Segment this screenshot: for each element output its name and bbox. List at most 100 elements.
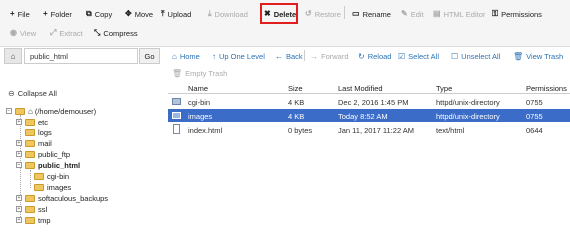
expand-toggle-icon[interactable]: + [16, 195, 22, 201]
column-header-name[interactable]: Name [188, 84, 208, 93]
restore-button[interactable]: ↺ Restore [305, 7, 341, 21]
key-icon: ⚿ [492, 9, 499, 18]
expand-toggle-icon[interactable]: + [16, 206, 22, 212]
tree-item-public-html[interactable]: − public_html [16, 160, 80, 170]
collapse-toggle-icon[interactable]: − [16, 162, 22, 168]
minus-circle-icon: ⊖ [8, 89, 15, 98]
column-header-size[interactable]: Size [288, 84, 303, 93]
folder-icon [25, 139, 35, 147]
file-permissions: 0644 [526, 125, 543, 135]
expand-toggle-icon[interactable]: + [16, 119, 22, 125]
file-size: 4 KB [288, 97, 305, 107]
empty-trash-button[interactable]: 🗑 Empty Trash [172, 67, 227, 79]
new-file-button[interactable]: + File [10, 7, 30, 21]
expand-icon: ⤢ [50, 28, 57, 37]
html-editor-button[interactable]: ▤ HTML Editor [433, 7, 485, 21]
file-type: httpd/unix-directory [436, 111, 500, 121]
html-file-icon [173, 124, 180, 134]
expand-toggle-icon[interactable]: + [16, 140, 22, 146]
tree-item-tmp[interactable]: + tmp [16, 215, 51, 225]
home-icon: ⌂ [10, 51, 16, 61]
compress-button[interactable]: ⤡ Compress [94, 26, 138, 40]
file-type: text/html [436, 125, 465, 135]
copy-button[interactable]: ⧉ Copy [86, 7, 112, 21]
table-row[interactable]: cgi-bin 4 KB Dec 2, 2016 1:45 PM httpd/u… [168, 95, 570, 108]
tree-item-softaculous-backups[interactable]: + softaculous_backups [16, 193, 108, 203]
tree-item-ssl[interactable]: + ssl [16, 204, 47, 214]
folder-icon [25, 194, 35, 202]
expand-toggle-icon[interactable]: + [16, 151, 22, 157]
tree-root[interactable]: − ⌂ (/home/demouser) [6, 106, 96, 116]
arrow-right-icon: → [310, 51, 318, 61]
permissions-button[interactable]: ⚿ Permissions [492, 7, 542, 21]
undo-icon: ↺ [305, 9, 312, 18]
forward-button[interactable]: → Forward [310, 50, 349, 62]
select-all-button[interactable]: ☑ Select All [398, 50, 439, 62]
table-row[interactable]: index.html 0 bytes Jan 11, 2017 11:22 AM… [168, 123, 570, 136]
plus-icon: + [43, 9, 48, 18]
folder-icon [34, 172, 44, 180]
tree-item-mail[interactable]: + mail [16, 138, 52, 148]
collapse-toggle-icon[interactable]: − [6, 108, 12, 114]
tree-item-cgi-bin[interactable]: cgi-bin [34, 171, 69, 181]
home-icon: ⌂ [28, 106, 33, 116]
upload-button[interactable]: ⤒ Upload [161, 7, 191, 21]
nav-divider [304, 50, 305, 61]
toolbar: + File + Folder ⧉ Copy ✥ Move ⤒ Upload ⤓ Downl… [0, 0, 570, 47]
folder-icon [25, 161, 35, 169]
home-nav-button[interactable]: ⌂ Home [172, 50, 200, 62]
copy-icon: ⧉ [86, 9, 92, 18]
file-name: images [188, 111, 213, 121]
collapse-all-button[interactable]: ⊖ Collapse All [8, 89, 57, 98]
up-one-level-button[interactable]: ↑ Up One Level [212, 50, 265, 62]
arrow-left-icon: ← [275, 51, 283, 61]
edit-button[interactable]: ✎ Edit [401, 7, 424, 21]
file-size: 4 KB [288, 111, 305, 121]
extract-button[interactable]: ⤢ Extract [50, 26, 83, 40]
checkbox-checked-icon: ☑ [398, 51, 406, 61]
column-header-type[interactable]: Type [436, 84, 452, 93]
reload-button[interactable]: ↻ Reload [358, 50, 391, 62]
tree-item-logs[interactable]: logs [25, 127, 52, 137]
column-header-permissions[interactable]: Permissions [526, 84, 567, 93]
tree-item-images[interactable]: images [34, 182, 71, 192]
file-modified: Dec 2, 2016 1:45 PM [338, 97, 409, 107]
tree-item-public-ftp[interactable]: + public_ftp [16, 149, 70, 159]
download-button[interactable]: ⤓ Download [208, 7, 248, 21]
upload-icon: ⤒ [161, 9, 165, 18]
unselect-all-button[interactable]: ☐ Unselect All [451, 50, 500, 62]
view-button[interactable]: ◉ View [10, 26, 36, 40]
plus-icon: + [10, 9, 15, 18]
tree-item-etc[interactable]: + etc [16, 117, 48, 127]
path-input[interactable] [24, 48, 138, 64]
arrow-up-icon: ↑ [212, 51, 216, 61]
file-modified: Jan 11, 2017 11:22 AM [338, 125, 415, 135]
home-icon: ⌂ [172, 51, 177, 61]
file-type: httpd/unix-directory [436, 97, 500, 107]
expand-toggle-icon[interactable]: + [16, 217, 22, 223]
file-name: cgi-bin [188, 97, 211, 107]
back-button[interactable]: ← Back [275, 50, 303, 62]
move-button[interactable]: ✥ Move [125, 7, 153, 21]
go-button[interactable]: Go [139, 48, 160, 64]
eye-icon: ◉ [10, 28, 17, 37]
view-trash-button[interactable]: 🗑 View Trash [513, 50, 563, 62]
new-folder-button[interactable]: + Folder [43, 7, 72, 21]
reload-icon: ↻ [358, 51, 365, 61]
file-size: 0 bytes [288, 125, 313, 135]
folder-icon [25, 128, 35, 136]
trash-icon: 🗑 [513, 51, 524, 61]
trash-icon: 🗑 [172, 68, 183, 78]
folder-icon [25, 216, 35, 224]
column-header-last-modified[interactable]: Last Modified [338, 84, 383, 93]
folder-icon [25, 150, 35, 158]
folder-icon [172, 98, 181, 105]
home-path-button[interactable]: ⌂ [4, 48, 22, 64]
table-row-selected[interactable]: images 4 KB Today 8:52 AM httpd/unix-dir… [168, 109, 570, 122]
rename-button[interactable]: ▭ Rename [352, 7, 391, 21]
file-modified: Today 8:52 AM [338, 111, 388, 121]
download-icon: ⤓ [208, 9, 212, 18]
tree-guide-line [30, 170, 31, 188]
html-editor-icon: ▤ [433, 9, 441, 18]
folder-icon [172, 112, 181, 119]
